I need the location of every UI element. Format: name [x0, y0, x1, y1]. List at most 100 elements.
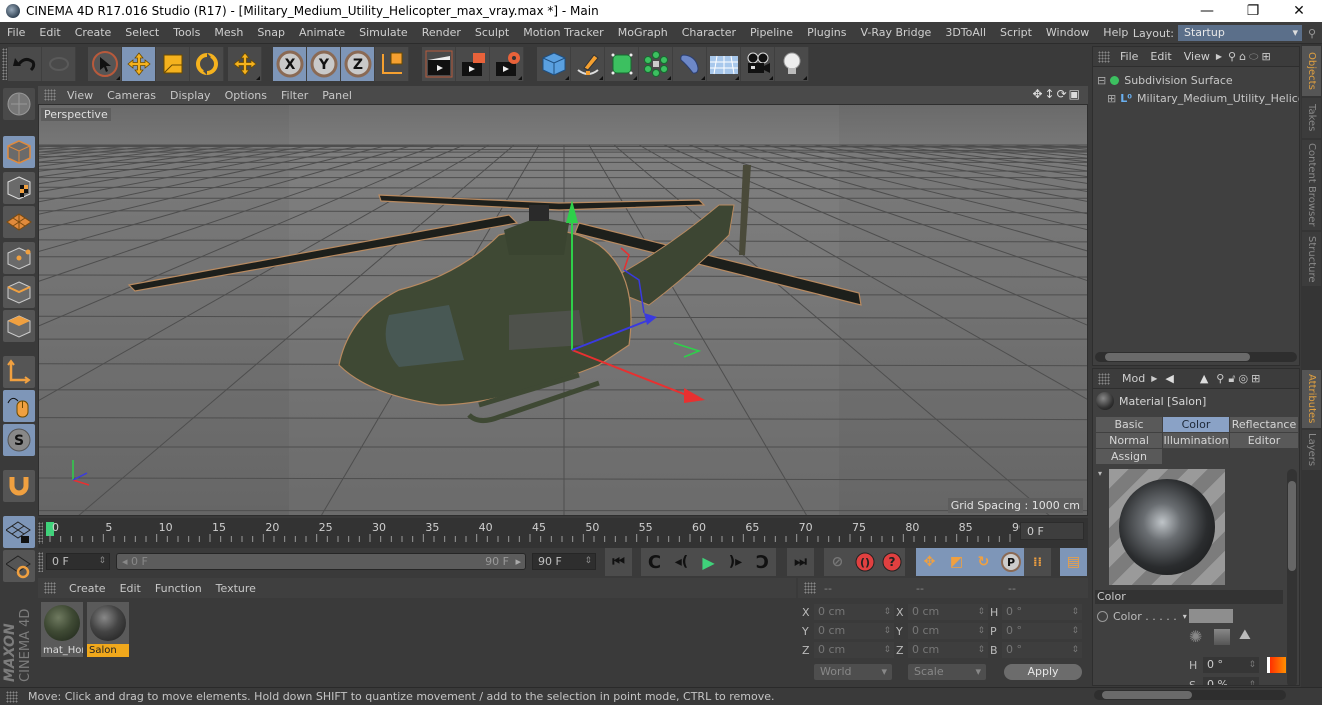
image-picker-icon[interactable]: ⛰ [1239, 627, 1251, 643]
menu-file[interactable]: File [0, 26, 32, 39]
animate-radio-icon[interactable] [1097, 611, 1108, 622]
key-pla-button[interactable]: ⁞⁞ [1024, 548, 1051, 576]
menu-tools[interactable]: Tools [166, 26, 207, 39]
material-menu-texture[interactable]: Texture [209, 582, 263, 595]
frame-range-slider[interactable]: ◂ 0 F 90 F ▸ [116, 553, 526, 570]
floor-button[interactable] [707, 47, 741, 81]
object-menu-view[interactable]: View [1178, 50, 1216, 63]
autokey-button[interactable]: () [851, 548, 878, 576]
tree-item-subdivision-surface[interactable]: ⊟ Subdivision Surface [1093, 71, 1299, 89]
rotation-h-field[interactable]: 0 ° [1002, 604, 1082, 620]
dolly-icon[interactable]: ↕ [1045, 87, 1057, 101]
toolbar-grip[interactable] [2, 48, 7, 80]
model-mode-button[interactable] [3, 136, 35, 168]
cloner-button[interactable] [639, 47, 673, 81]
side-tab-content-browser[interactable]: Content Browser [1302, 140, 1321, 230]
new-panel-icon[interactable]: ⊞ [1251, 372, 1260, 385]
viewport-menu-filter[interactable]: Filter [274, 89, 315, 102]
material-menu-grip[interactable] [44, 582, 56, 594]
object-horizontal-scrollbar[interactable] [1095, 352, 1297, 362]
menu-sculpt[interactable]: Sculpt [468, 26, 516, 39]
search-icon[interactable]: ⚲ [1216, 372, 1224, 385]
color-wheel-icon[interactable]: ✺ [1189, 627, 1202, 646]
scrollbar-thumb[interactable] [1288, 481, 1296, 571]
new-panel-icon[interactable]: ⊞ [1261, 50, 1270, 63]
keyframe-selection-button[interactable]: ? [878, 548, 905, 576]
render-settings-button[interactable] [490, 47, 524, 81]
workplane-rotate-button[interactable] [3, 550, 35, 582]
scale-tool-button[interactable] [156, 47, 190, 81]
menu-select[interactable]: Select [118, 26, 166, 39]
attribute-horizontal-scrollbar[interactable] [1094, 690, 1286, 700]
end-frame-field[interactable]: 90 F ⇕ [532, 553, 596, 570]
coordinate-mode-dropdown[interactable]: Scale [908, 664, 986, 680]
3d-viewport[interactable]: Perspective Grid Spacing : 1000 cm [38, 104, 1088, 516]
edges-mode-button[interactable] [3, 276, 35, 308]
playbar-grip[interactable] [38, 552, 43, 572]
subdivision-surface-button[interactable] [605, 47, 639, 81]
timeline[interactable]: 0 5 10 15 20 25 30 35 40 45 50 55 60 65 70 75 80 85 90 0 F [38, 518, 1088, 548]
goto-start-button[interactable]: ⏮ [605, 548, 632, 576]
more-arrow-icon[interactable]: ▶ [1216, 52, 1222, 61]
enable-axis-button[interactable] [3, 356, 35, 388]
object-menu-edit[interactable]: Edit [1144, 50, 1177, 63]
position-x-field[interactable]: 0 cm [814, 604, 894, 620]
rotation-p-field[interactable]: 0 ° [1002, 623, 1082, 639]
undo-button[interactable] [8, 47, 42, 81]
record-active-button[interactable]: ⊘ [824, 548, 851, 576]
pen-button[interactable] [571, 47, 605, 81]
menu-3dtoall[interactable]: 3DToAll [938, 26, 993, 39]
key-rotation-button[interactable]: ↻ [970, 548, 997, 576]
back-arrow-icon[interactable]: ◀ [1165, 372, 1173, 385]
side-tab-takes[interactable]: Takes [1302, 98, 1321, 138]
scrollbar-thumb[interactable] [1102, 691, 1192, 699]
tab-editor[interactable]: Editor [1230, 433, 1298, 448]
side-tab-layers[interactable]: Layers [1302, 430, 1321, 470]
key-parameter-button[interactable]: P [997, 548, 1024, 576]
cube-button[interactable] [537, 47, 571, 81]
object-menu-grip[interactable] [1098, 50, 1110, 63]
key-scale-button[interactable]: ◩ [943, 548, 970, 576]
search-icon[interactable]: ⚲ [1302, 27, 1322, 40]
menu-script[interactable]: Script [993, 26, 1039, 39]
tab-basic[interactable]: Basic [1096, 417, 1162, 432]
viewport-menu-panel[interactable]: Panel [315, 89, 359, 102]
size-y-field[interactable]: 0 cm [908, 623, 988, 639]
rotation-b-field[interactable]: 0 ° [1002, 642, 1082, 658]
attribute-menu-mode[interactable]: Mod [1116, 372, 1151, 385]
menu-mesh[interactable]: Mesh [207, 26, 250, 39]
lock-icon[interactable]: 🔓︎ [1228, 372, 1235, 386]
menu-vray-bridge[interactable]: V-Ray Bridge [853, 26, 938, 39]
next-key-button[interactable]: Ɔ [749, 548, 776, 576]
menu-mograph[interactable]: MoGraph [611, 26, 675, 39]
material-menu-create[interactable]: Create [62, 582, 113, 595]
menu-render[interactable]: Render [415, 26, 468, 39]
render-picture-viewer-button[interactable] [456, 47, 490, 81]
live-selection-button[interactable] [88, 47, 122, 81]
snap-button[interactable]: S [3, 424, 35, 456]
rotate-tool-button[interactable] [190, 47, 224, 81]
close-button[interactable]: ✕ [1276, 0, 1322, 22]
material-menu-edit[interactable]: Edit [113, 582, 148, 595]
current-frame-field[interactable]: 0 F [1020, 522, 1084, 540]
play-button[interactable]: ▶ [695, 548, 722, 576]
start-frame-field[interactable]: 0 F ⇕ [46, 553, 110, 570]
attribute-vertical-scrollbar[interactable] [1287, 469, 1297, 685]
side-tab-objects[interactable]: Objects [1302, 46, 1321, 96]
search-icon[interactable]: ⚲ [1228, 50, 1236, 63]
render-view-button[interactable] [422, 47, 456, 81]
key-position-button[interactable]: ✥ [916, 548, 943, 576]
material-menu-function[interactable]: Function [148, 582, 209, 595]
y-axis-button[interactable]: Y [307, 47, 341, 81]
make-editable-button[interactable] [3, 88, 35, 120]
saturation-field[interactable]: 0 % [1203, 677, 1259, 685]
goto-end-button[interactable]: ⏭ [787, 548, 814, 576]
tab-color[interactable]: Color [1163, 417, 1229, 432]
link-icon[interactable]: ⬭ [1249, 50, 1258, 64]
workplane-lock-button[interactable] [3, 516, 35, 548]
side-tab-attributes[interactable]: Attributes [1302, 370, 1321, 428]
toggle-layout-icon[interactable]: ▣ [1069, 87, 1082, 101]
tab-assign[interactable]: Assign [1096, 449, 1162, 464]
menu-character[interactable]: Character [675, 26, 743, 39]
viewport-menu-cameras[interactable]: Cameras [100, 89, 163, 102]
